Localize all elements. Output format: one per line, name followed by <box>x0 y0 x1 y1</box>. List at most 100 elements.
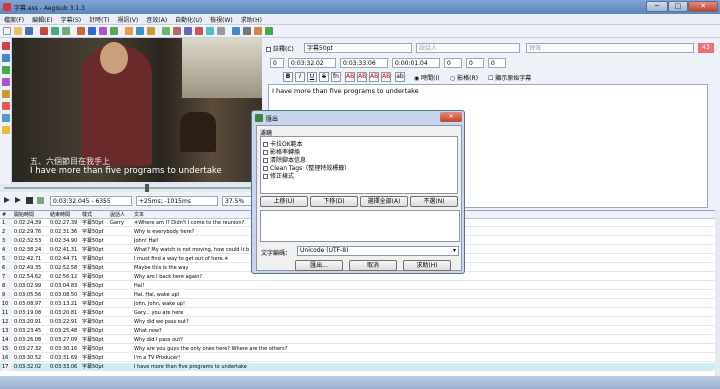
styling-assistant-icon[interactable] <box>173 27 181 35</box>
filter-fix-styles[interactable]: 修正樣式 <box>263 171 294 180</box>
drag-tool-icon[interactable] <box>2 54 10 62</box>
menu-help[interactable]: 求助(H) <box>237 14 266 25</box>
margin-left-field[interactable]: 0 <box>444 58 462 68</box>
select-all-button[interactable]: 選擇全部(A) <box>360 196 408 207</box>
style-manager-icon[interactable] <box>77 27 85 35</box>
shift-times-icon[interactable] <box>162 27 170 35</box>
menu-file[interactable]: 檔案(F) <box>0 14 28 25</box>
table-row[interactable]: 9 0:03:05.56 0:03:08.50 字幕50pt Hal, Hal, wak… <box>0 291 715 299</box>
underline-button[interactable]: U <box>307 72 317 82</box>
video-seek-bar[interactable] <box>0 184 262 192</box>
menu-timing[interactable]: 計時(T) <box>85 14 113 25</box>
translation-assistant-icon[interactable] <box>184 27 192 35</box>
find-icon[interactable] <box>136 27 144 35</box>
fonts-icon[interactable] <box>110 27 118 35</box>
spellcheck-icon[interactable] <box>232 27 240 35</box>
kanji-timer-icon[interactable] <box>217 27 225 35</box>
margin-vertical-field[interactable]: 0 <box>488 58 506 68</box>
font-button[interactable]: fn <box>331 72 341 82</box>
export-dialog-close-button[interactable]: ✕ <box>440 112 462 122</box>
vector-clip-icon[interactable] <box>2 114 10 122</box>
end-time-field[interactable]: 0:03:33.06 <box>340 58 388 68</box>
italic-button[interactable]: I <box>295 72 305 82</box>
rotate-xy-icon[interactable] <box>2 78 10 86</box>
move-down-button[interactable]: 下移(D) <box>310 196 358 207</box>
menu-automation[interactable]: 自動化(U) <box>171 14 206 25</box>
help-button[interactable]: 求助(H) <box>403 260 451 271</box>
move-up-button[interactable]: 上移(U) <box>260 196 308 207</box>
menu-edit[interactable]: 編輯(E) <box>28 14 56 25</box>
automation-icon[interactable] <box>125 27 133 35</box>
table-row[interactable]: 15 0:03:27.32 0:03:30.16 字幕50pt Why are you … <box>0 345 715 353</box>
seek-thumb[interactable] <box>145 184 149 192</box>
menu-view[interactable]: 檢視(W) <box>206 14 237 25</box>
help-icon[interactable] <box>265 27 273 35</box>
primary-color-button[interactable]: AB <box>345 72 355 82</box>
play-icon[interactable] <box>4 197 10 203</box>
resample-icon[interactable] <box>195 27 203 35</box>
open-video-icon[interactable] <box>40 27 48 35</box>
commit-button[interactable]: ab <box>395 72 405 82</box>
new-file-icon[interactable] <box>3 27 11 35</box>
table-row[interactable]: 16 0:03:30.52 0:03:31.69 字幕50pt I'm a TV Pro… <box>0 354 715 362</box>
menu-video[interactable]: 視訊(V) <box>113 14 142 25</box>
start-time-field[interactable]: 0:03:32.02 <box>288 58 336 68</box>
close-button[interactable]: ✕ <box>688 1 718 12</box>
options-icon[interactable] <box>243 27 251 35</box>
show-original-checkbox[interactable]: ☐ 顯示原始字幕 <box>488 73 531 82</box>
standard-tool-icon[interactable] <box>2 42 10 50</box>
autoscroll-icon[interactable] <box>37 197 44 204</box>
bold-button[interactable]: B <box>283 72 293 82</box>
menu-audio[interactable]: 音效(A) <box>142 14 171 25</box>
video-display[interactable]: 五、六個節目在我手上 I have more than five program… <box>12 38 262 182</box>
actor-field[interactable]: 說話人 <box>416 43 520 53</box>
replace-icon[interactable] <box>147 27 155 35</box>
table-row[interactable]: 8 0:03:02.99 0:03:04.83 字幕50pt Hal! <box>0 282 715 290</box>
comment-checkbox[interactable]: 註釋(C) <box>266 44 294 53</box>
tag-hiding-icon[interactable] <box>254 27 262 35</box>
table-row[interactable]: 12 0:03:20.91 0:03:22.91 字幕50pt Why did we p… <box>0 318 715 326</box>
outline-color-button[interactable]: AB <box>369 72 379 82</box>
table-row[interactable]: 17 0:03:32.02 0:03:33.06 字幕50pt I have more … <box>0 363 715 371</box>
maximize-button[interactable]: □ <box>668 1 688 12</box>
comment-checkbox-box[interactable] <box>266 47 271 52</box>
strikeout-button[interactable]: S <box>319 72 329 82</box>
encoding-select[interactable]: Unicode (UTF-8) ▾ <box>297 246 459 256</box>
effect-field[interactable]: 特效 <box>526 43 694 53</box>
clip-icon[interactable] <box>2 102 10 110</box>
play-line-icon[interactable] <box>15 197 21 203</box>
table-row[interactable]: 13 0:03:23.45 0:03:25.48 字幕50pt What now? <box>0 327 715 335</box>
timing-postprocessor-icon[interactable] <box>206 27 214 35</box>
rotate-z-icon[interactable] <box>2 66 10 74</box>
properties-icon[interactable] <box>88 27 96 35</box>
table-cell: 字幕50pt <box>82 274 104 280</box>
menu-subtitle[interactable]: 字幕(S) <box>57 14 86 25</box>
shadow-color-button[interactable]: AB <box>381 72 391 82</box>
zoom-icon[interactable] <box>62 27 70 35</box>
scale-icon[interactable] <box>2 90 10 98</box>
duration-field[interactable]: 0:00:01.04 <box>392 58 440 68</box>
secondary-color-button[interactable]: AB <box>357 72 367 82</box>
table-row[interactable]: 14 0:03:26.08 0:03:27.09 字幕50pt Why did I pa… <box>0 336 715 344</box>
select-none-button[interactable]: 不選(N) <box>410 196 458 207</box>
style-select[interactable]: 字幕50pt <box>304 43 412 53</box>
tool-help-icon[interactable] <box>2 126 10 134</box>
margin-right-field[interactable]: 0 <box>466 58 484 68</box>
time-radio[interactable]: ◉ 時間(I) <box>414 73 440 82</box>
save-icon[interactable] <box>25 27 33 35</box>
export-button[interactable]: 匯出... <box>295 260 343 271</box>
filter-fix-styles-box[interactable] <box>263 174 268 179</box>
jump-icon[interactable] <box>51 27 59 35</box>
minimize-button[interactable]: ─ <box>646 1 668 12</box>
table-row[interactable]: 7 0:02:54.62 0:02:56.12 字幕50pt Why am I back… <box>0 273 715 281</box>
layer-field[interactable]: 0 <box>270 58 284 68</box>
cancel-button[interactable]: 取消 <box>349 260 397 271</box>
grid-scrollbar[interactable] <box>715 210 720 376</box>
attachments-icon[interactable] <box>99 27 107 35</box>
video-time-field[interactable]: 0:03:32.045 - 6355 <box>50 196 132 206</box>
frame-radio[interactable]: ○ 影格(R) <box>450 73 478 82</box>
open-folder-icon[interactable] <box>14 27 22 35</box>
table-row[interactable]: 10 0:03:08.97 0:03:13.21 字幕50pt John, John, … <box>0 300 715 308</box>
stop-icon[interactable] <box>26 197 33 204</box>
table-row[interactable]: 11 0:03:19.08 0:03:20.81 字幕50pt Gary... you … <box>0 309 715 317</box>
